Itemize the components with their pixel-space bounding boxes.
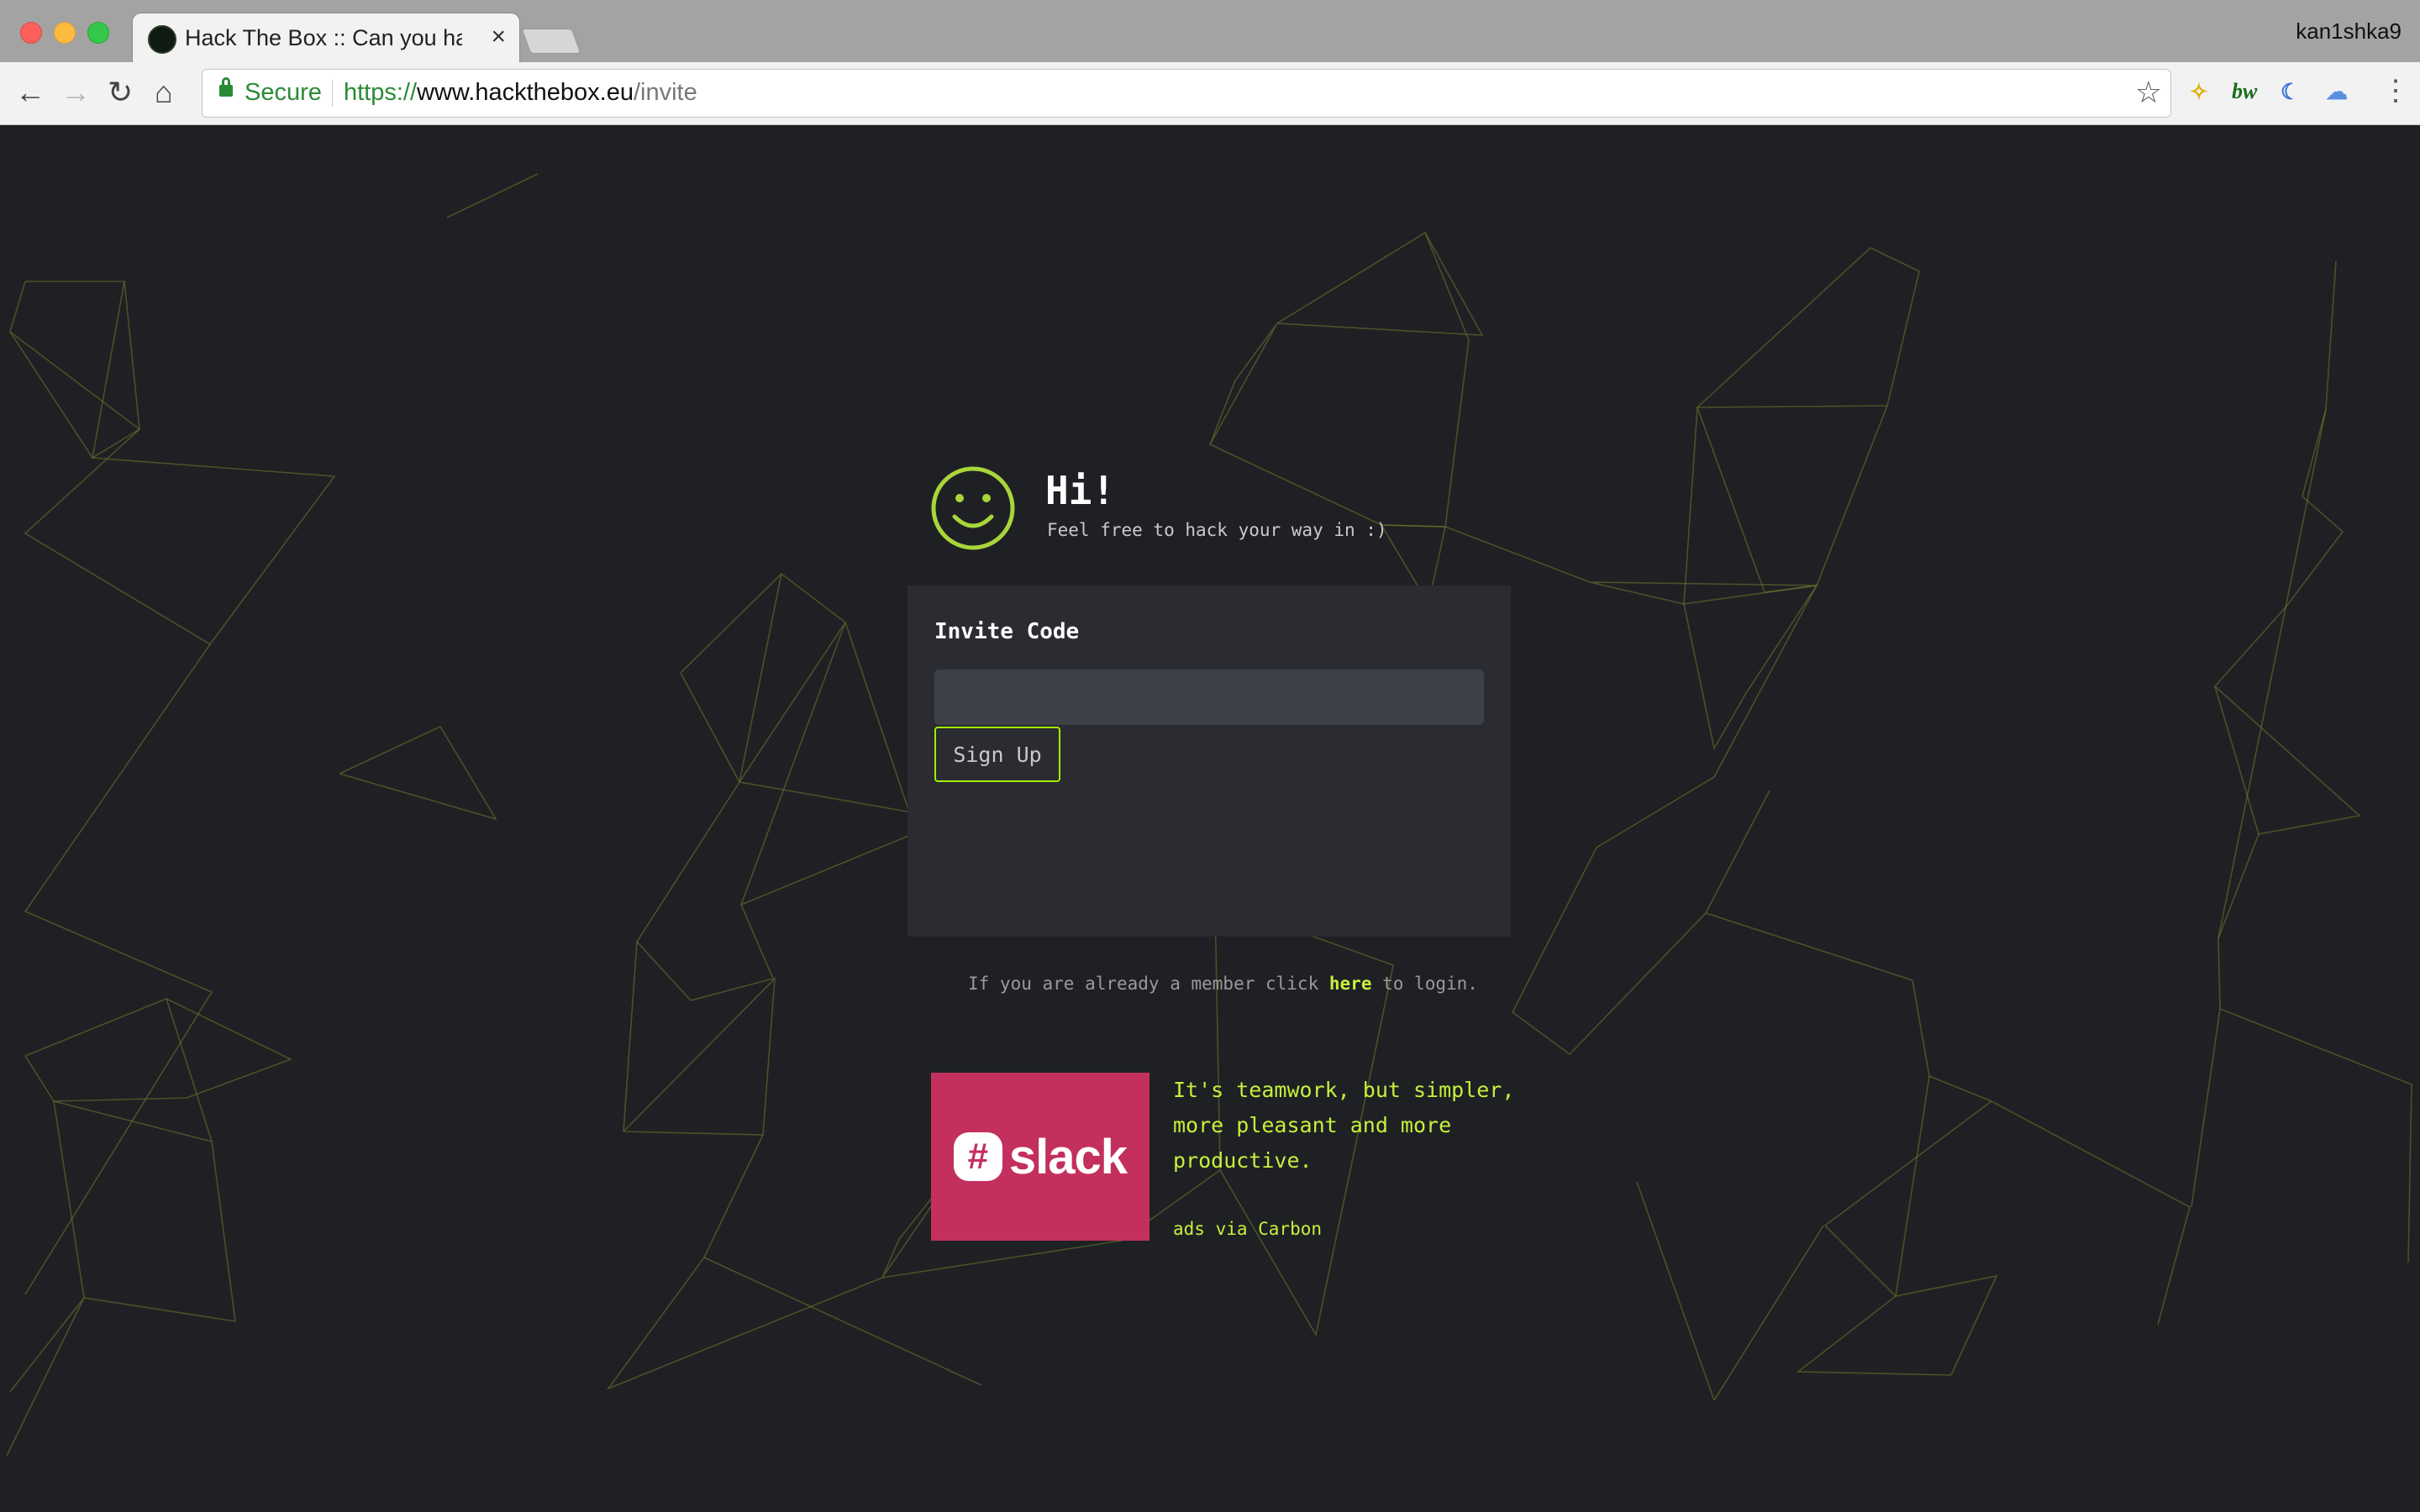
window-minimize-button[interactable]: [54, 22, 76, 44]
new-tab-button[interactable]: [521, 29, 581, 54]
login-hint-suffix: to login.: [1382, 974, 1478, 994]
login-hint-prefix: If you are already a member click: [968, 974, 1319, 994]
tab-close-icon[interactable]: ×: [491, 23, 506, 51]
slack-hash-icon: #: [953, 1132, 1002, 1181]
secure-label: Secure: [245, 79, 322, 106]
page-content: Hi! Feel free to hack your way in :) Inv…: [0, 125, 2420, 1512]
slack-wordmark: slack: [1008, 1129, 1128, 1184]
home-icon[interactable]: ⌂: [155, 74, 173, 111]
reload-icon[interactable]: ↻: [108, 74, 133, 111]
extension-icon[interactable]: ✧: [2190, 79, 2208, 105]
browser-titlebar: Hack The Box :: Can you hack × kan1shka9: [0, 0, 2420, 62]
login-link[interactable]: here: [1329, 974, 1372, 994]
star-icon[interactable]: ☆: [2135, 75, 2162, 110]
moon-extension-icon[interactable]: ☾: [2281, 79, 2300, 105]
greeting-title: Hi!: [1045, 468, 1116, 513]
window-maximize-button[interactable]: [87, 22, 109, 44]
cloud-extension-icon[interactable]: ☁: [2326, 79, 2348, 105]
greeting-tagline: Feel free to hack your way in :): [1047, 520, 1387, 540]
lock-icon: [219, 77, 233, 97]
url-text[interactable]: https://www.hackthebox.eu/invite: [344, 79, 697, 107]
address-bar[interactable]: Secure https://www.hackthebox.eu/invite …: [202, 69, 2171, 118]
tab-title: Hack The Box :: Can you hack: [185, 25, 462, 50]
omnibox-divider: [332, 80, 333, 107]
forward-arrow-icon[interactable]: →: [60, 74, 91, 111]
invite-form-card: Invite Code Sign Up: [908, 585, 1511, 937]
htb-favicon-icon: [148, 25, 176, 54]
url-path: /invite: [633, 79, 697, 106]
smiley-icon: [931, 466, 1015, 550]
back-arrow-icon[interactable]: ←: [15, 74, 45, 111]
browser-tab[interactable]: Hack The Box :: Can you hack ×: [133, 13, 519, 62]
bw-extension-icon[interactable]: bw: [2232, 79, 2257, 104]
invite-code-label: Invite Code: [934, 619, 1080, 644]
sign-up-button[interactable]: Sign Up: [934, 727, 1060, 782]
url-host: www.hackthebox.eu: [417, 79, 634, 106]
ads-via-carbon-link[interactable]: ads via Carbon: [1173, 1219, 1322, 1239]
profile-name[interactable]: kan1shka9: [2296, 18, 2402, 45]
invite-code-input[interactable]: [934, 669, 1484, 725]
login-hint: If you are already a member click here t…: [968, 974, 1478, 994]
slack-ad-image[interactable]: # slack: [931, 1073, 1150, 1241]
menu-dots-icon[interactable]: ⋮: [2381, 74, 2410, 108]
browser-toolbar: ← → ↻ ⌂ Secure https://www.hackthebox.eu…: [0, 62, 2420, 125]
ad-text-link[interactable]: It's teamwork, but simpler, more pleasan…: [1173, 1073, 1526, 1179]
url-scheme: https://: [344, 79, 418, 106]
window-close-button[interactable]: [20, 22, 42, 44]
